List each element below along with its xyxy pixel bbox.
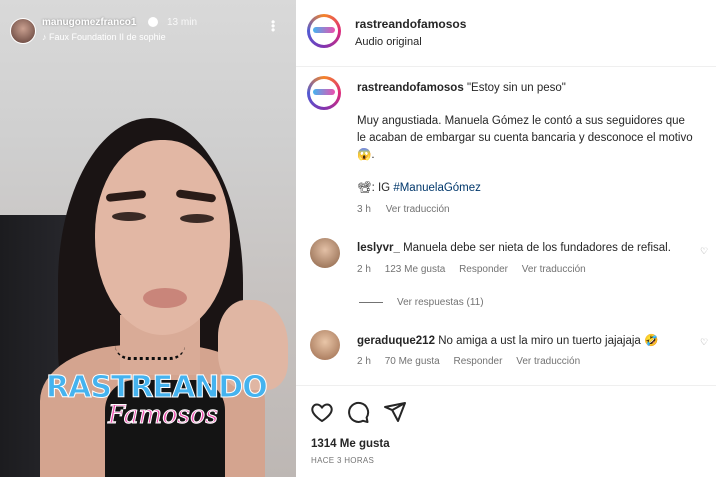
heart-icon[interactable] <box>310 400 334 424</box>
watermark-line2: Famosos <box>107 400 219 430</box>
more-icon[interactable]: • • • <box>271 16 275 36</box>
caption-avatar[interactable] <box>307 76 341 110</box>
reply-button[interactable]: Responder <box>459 264 508 275</box>
reply-button[interactable]: Responder <box>454 356 503 367</box>
comment-likes[interactable]: 123 Me gusta <box>385 264 446 275</box>
comment-username[interactable]: leslyvr_ <box>357 242 400 254</box>
story-username[interactable]: manugomezfranco1 <box>42 17 136 28</box>
person-lips <box>143 288 187 308</box>
translate-button[interactable]: Ver traducción <box>522 264 586 275</box>
story-avatar[interactable] <box>10 18 36 44</box>
comment-body: No amiga a ust la miro un tuerto jajajaj… <box>438 335 659 347</box>
story-audio-label: Faux Foundation II de sophie <box>49 32 166 42</box>
comment-likes[interactable]: 70 Me gusta <box>385 356 440 367</box>
caption-meta: 3 h Ver traducción <box>357 204 462 215</box>
share-icon[interactable] <box>383 400 407 424</box>
replies-line <box>359 301 383 303</box>
heart-icon[interactable]: ♡ <box>700 246 708 257</box>
comment-username[interactable]: geraduque212 <box>357 335 435 347</box>
verified-icon <box>148 17 158 27</box>
post-actions: 1314 Me gusta HACE 3 HORAS <box>296 385 716 478</box>
comment-avatar[interactable] <box>310 238 340 268</box>
comment-meta: 2 h 123 Me gusta Responder Ver traducció… <box>357 264 597 275</box>
post-header: rastreandofamosos Audio original <box>296 0 716 67</box>
caption-header: rastreandofamosos "Estoy sin un peso" <box>357 82 566 94</box>
caption-body: Muy angustiada. Manuela Gómez le contó a… <box>357 115 693 161</box>
comment-time: 2 h <box>357 264 371 275</box>
comment-icon[interactable] <box>346 400 370 424</box>
caption-source: 📽: IG #ManuelaGómez <box>357 180 481 194</box>
story-time: 13 min <box>167 17 198 28</box>
hashtag-link[interactable]: #ManuelaGómez <box>393 182 481 194</box>
header-audio[interactable]: Audio original <box>355 36 422 48</box>
view-replies-label: Ver respuestas (11) <box>397 297 484 308</box>
caption-title: "Estoy sin un peso" <box>466 82 566 94</box>
translate-button[interactable]: Ver traducción <box>516 356 580 367</box>
watermark-logo: RASTREANDO Famosos <box>46 370 286 440</box>
story-header: manugomezfranco1 13 min ♪ Faux Foundatio… <box>0 0 296 48</box>
comment-body: Manuela debe ser nieta de los fundadores… <box>403 242 671 254</box>
story-audio[interactable]: ♪ Faux Foundation II de sophie <box>42 32 166 42</box>
caption-time: 3 h <box>357 204 371 215</box>
post-time: HACE 3 HORAS <box>311 456 375 465</box>
likes-count[interactable]: 1314 Me gusta <box>311 438 390 450</box>
comment-text: geraduque212 No amiga a ust la miro un t… <box>357 333 658 347</box>
necklace <box>115 345 185 360</box>
caption-username[interactable]: rastreandofamosos <box>357 82 464 94</box>
story-media[interactable]: manugomezfranco1 13 min ♪ Faux Foundatio… <box>0 0 296 477</box>
left-eye <box>112 212 146 221</box>
post-panel: rastreandofamosos Audio original rastrea… <box>296 0 716 477</box>
header-username[interactable]: rastreandofamosos <box>355 17 466 31</box>
view-replies[interactable]: Ver respuestas (11) <box>359 297 484 308</box>
caption-translate[interactable]: Ver traducción <box>386 204 450 215</box>
brand-avatar[interactable] <box>307 14 341 48</box>
comment-avatar[interactable] <box>310 330 340 360</box>
right-eye <box>180 214 214 223</box>
heart-icon[interactable]: ♡ <box>700 337 708 348</box>
comment-meta: 2 h 70 Me gusta Responder Ver traducción <box>357 356 591 367</box>
caption-source-prefix: 📽: IG <box>357 182 394 194</box>
comment-time: 2 h <box>357 356 371 367</box>
comment-text: leslyvr_ Manuela debe ser nieta de los f… <box>357 242 671 254</box>
